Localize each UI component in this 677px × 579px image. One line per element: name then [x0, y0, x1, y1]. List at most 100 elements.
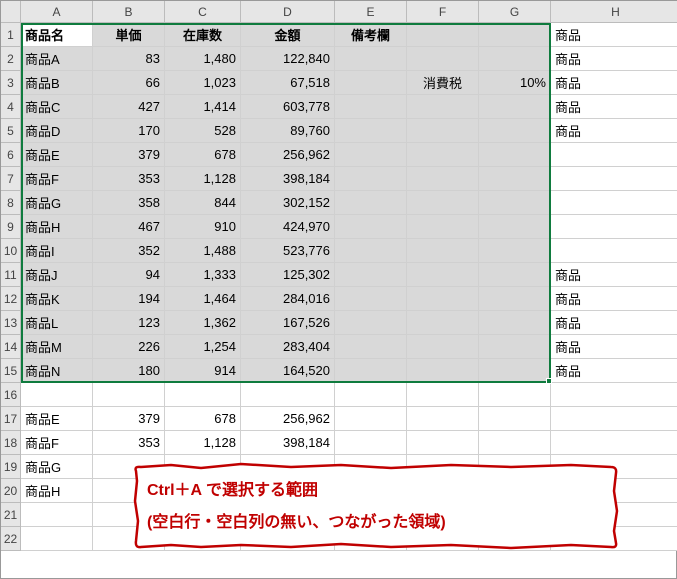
cell-A15[interactable]: 商品N: [21, 359, 93, 383]
cell-G16[interactable]: [479, 383, 551, 407]
cell-D11[interactable]: 125,302: [241, 263, 335, 287]
row-head-15[interactable]: 15: [1, 359, 21, 383]
cell-D12[interactable]: 284,016: [241, 287, 335, 311]
cell-B5[interactable]: 170: [93, 119, 165, 143]
cell-B9[interactable]: 467: [93, 215, 165, 239]
cell-H16[interactable]: [551, 383, 677, 407]
row-head-16[interactable]: 16: [1, 383, 21, 407]
cell-A7[interactable]: 商品F: [21, 167, 93, 191]
cell-B10[interactable]: 352: [93, 239, 165, 263]
cell-E14[interactable]: [335, 335, 407, 359]
cell-G17[interactable]: [479, 407, 551, 431]
cell-A19[interactable]: 商品G: [21, 455, 93, 479]
cell-B2[interactable]: 83: [93, 47, 165, 71]
cell-B16[interactable]: [93, 383, 165, 407]
cell-B21[interactable]: [93, 503, 165, 527]
cell-C1[interactable]: 在庫数: [165, 23, 241, 47]
cell-G22[interactable]: [479, 527, 551, 551]
cell-B18[interactable]: 353: [93, 431, 165, 455]
cell-H18[interactable]: [551, 431, 677, 455]
cell-D7[interactable]: 398,184: [241, 167, 335, 191]
cell-A1[interactable]: 商品名: [21, 23, 93, 47]
cell-C20[interactable]: [165, 479, 241, 503]
cell-H17[interactable]: [551, 407, 677, 431]
cell-E16[interactable]: [335, 383, 407, 407]
cell-G21[interactable]: [479, 503, 551, 527]
cell-F4[interactable]: [407, 95, 479, 119]
cell-C6[interactable]: 678: [165, 143, 241, 167]
cell-F20[interactable]: [407, 479, 479, 503]
cell-H11[interactable]: 商品: [551, 263, 677, 287]
cell-E11[interactable]: [335, 263, 407, 287]
cell-E4[interactable]: [335, 95, 407, 119]
col-head-B[interactable]: B: [93, 1, 165, 23]
cell-A17[interactable]: 商品E: [21, 407, 93, 431]
cell-H9[interactable]: [551, 215, 677, 239]
cell-A4[interactable]: 商品C: [21, 95, 93, 119]
cell-F9[interactable]: [407, 215, 479, 239]
row-head-22[interactable]: 22: [1, 527, 21, 551]
cell-D2[interactable]: 122,840: [241, 47, 335, 71]
cell-C17[interactable]: 678: [165, 407, 241, 431]
col-head-A[interactable]: A: [21, 1, 93, 23]
cell-A11[interactable]: 商品J: [21, 263, 93, 287]
cell-F21[interactable]: [407, 503, 479, 527]
cell-C3[interactable]: 1,023: [165, 71, 241, 95]
cell-G7[interactable]: [479, 167, 551, 191]
cell-F17[interactable]: [407, 407, 479, 431]
row-head-13[interactable]: 13: [1, 311, 21, 335]
cell-F1[interactable]: [407, 23, 479, 47]
row-head-19[interactable]: 19: [1, 455, 21, 479]
cell-G14[interactable]: [479, 335, 551, 359]
cell-F16[interactable]: [407, 383, 479, 407]
cell-H20[interactable]: [551, 479, 677, 503]
cell-F2[interactable]: [407, 47, 479, 71]
cell-A18[interactable]: 商品F: [21, 431, 93, 455]
cell-B17[interactable]: 379: [93, 407, 165, 431]
cell-B19[interactable]: [93, 455, 165, 479]
cell-A2[interactable]: 商品A: [21, 47, 93, 71]
cell-D22[interactable]: [241, 527, 335, 551]
cell-C10[interactable]: 1,488: [165, 239, 241, 263]
cell-H2[interactable]: 商品: [551, 47, 677, 71]
cell-F3[interactable]: 消費税: [407, 71, 479, 95]
cell-H8[interactable]: [551, 191, 677, 215]
row-head-20[interactable]: 20: [1, 479, 21, 503]
row-head-1[interactable]: 1: [1, 23, 21, 47]
cell-E1[interactable]: 備考欄: [335, 23, 407, 47]
cell-H1[interactable]: 商品: [551, 23, 677, 47]
cell-H12[interactable]: 商品: [551, 287, 677, 311]
cell-D18[interactable]: 398,184: [241, 431, 335, 455]
cell-C11[interactable]: 1,333: [165, 263, 241, 287]
cell-H4[interactable]: 商品: [551, 95, 677, 119]
col-head-G[interactable]: G: [479, 1, 551, 23]
row-head-7[interactable]: 7: [1, 167, 21, 191]
row-head-3[interactable]: 3: [1, 71, 21, 95]
cell-A12[interactable]: 商品K: [21, 287, 93, 311]
cell-F7[interactable]: [407, 167, 479, 191]
cell-C15[interactable]: 914: [165, 359, 241, 383]
cell-D17[interactable]: 256,962: [241, 407, 335, 431]
cell-G13[interactable]: [479, 311, 551, 335]
cell-G8[interactable]: [479, 191, 551, 215]
cell-E2[interactable]: [335, 47, 407, 71]
cell-A10[interactable]: 商品I: [21, 239, 93, 263]
cell-F11[interactable]: [407, 263, 479, 287]
cell-G5[interactable]: [479, 119, 551, 143]
cell-G1[interactable]: [479, 23, 551, 47]
cell-F19[interactable]: [407, 455, 479, 479]
cell-D15[interactable]: 164,520: [241, 359, 335, 383]
cell-D4[interactable]: 603,778: [241, 95, 335, 119]
cell-G2[interactable]: [479, 47, 551, 71]
row-head-10[interactable]: 10: [1, 239, 21, 263]
cell-F12[interactable]: [407, 287, 479, 311]
cell-F6[interactable]: [407, 143, 479, 167]
cell-B11[interactable]: 94: [93, 263, 165, 287]
cell-F15[interactable]: [407, 359, 479, 383]
cell-B1[interactable]: 単価: [93, 23, 165, 47]
cell-C5[interactable]: 528: [165, 119, 241, 143]
col-head-E[interactable]: E: [335, 1, 407, 23]
cell-A6[interactable]: 商品E: [21, 143, 93, 167]
cell-E20[interactable]: [335, 479, 407, 503]
cell-G6[interactable]: [479, 143, 551, 167]
